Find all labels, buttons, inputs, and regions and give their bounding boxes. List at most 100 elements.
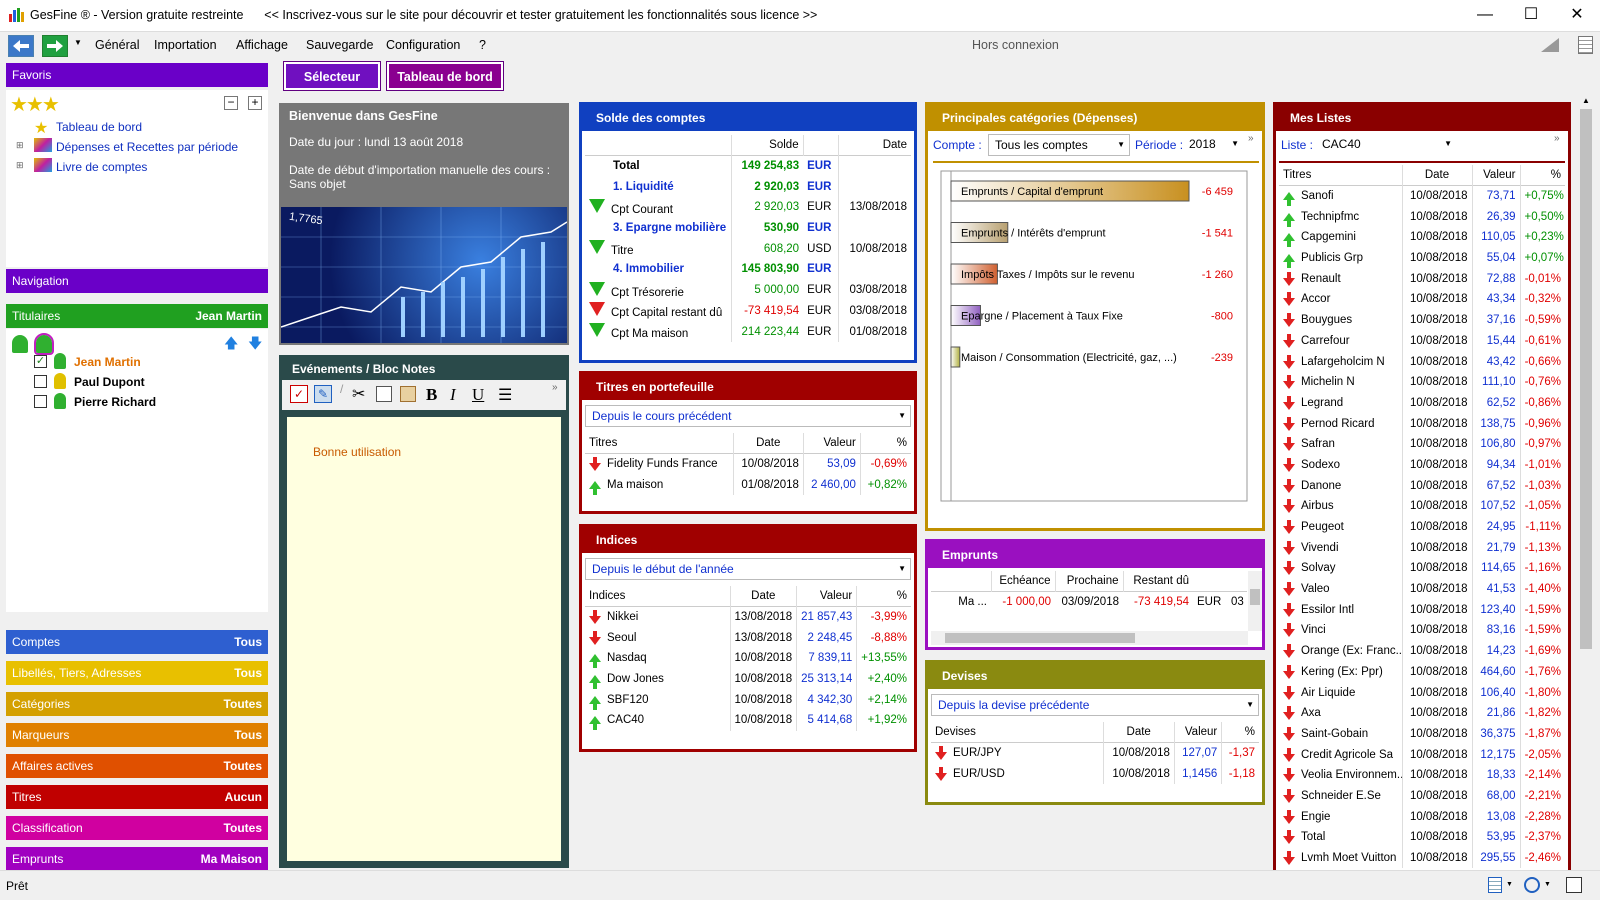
quote-row[interactable]: Credit Agricole Sa 10/08/2018 12,175 -2,05% bbox=[1279, 744, 1565, 765]
quote-row[interactable]: Veolia Environnem... 10/08/2018 18,33 -2,14… bbox=[1279, 764, 1565, 786]
forward-button[interactable] bbox=[42, 35, 68, 57]
quote-row[interactable]: Solvay 10/08/2018 114,65 -1,16% bbox=[1279, 558, 1565, 579]
section-affaires[interactable]: Affaires actives Toutes bbox=[6, 754, 268, 778]
edit-note-icon[interactable]: ✎ bbox=[314, 385, 332, 403]
quote-row[interactable]: Lvmh Moet Vuitton 10/08/2018 295,55 -2,46% bbox=[1279, 847, 1565, 869]
section-classification[interactable]: Classification Toutes bbox=[6, 816, 268, 840]
quote-row[interactable]: Saint-Gobain 10/08/2018 36,375 -1,87% bbox=[1279, 723, 1565, 745]
bold-icon[interactable]: B bbox=[426, 385, 437, 405]
quote-row[interactable]: Nasdaq 10/08/2018 7 839,11 +13,55% bbox=[585, 648, 911, 669]
quote-row[interactable]: Sodexo 10/08/2018 94,34 -1,01% bbox=[1279, 454, 1565, 476]
quote-row[interactable]: Publicis Grp 10/08/2018 55,04 +0,07% bbox=[1279, 247, 1565, 269]
add-person-icon[interactable] bbox=[12, 335, 28, 353]
main-vscroll[interactable]: ▲ bbox=[1578, 96, 1594, 866]
quote-row[interactable]: Danone 10/08/2018 67,52 -1,03% bbox=[1279, 475, 1565, 496]
quote-row[interactable]: Air Liquide 10/08/2018 106,40 -1,80% bbox=[1279, 682, 1565, 703]
move-up-icon[interactable]: 🡅 bbox=[224, 333, 238, 357]
more-icon[interactable]: » bbox=[552, 382, 558, 393]
compte-select[interactable]: Tous les comptes ▼ bbox=[988, 134, 1130, 156]
quote-row[interactable]: CAC40 10/08/2018 5 414,68 +1,92% bbox=[585, 710, 911, 731]
menu-general[interactable]: Général bbox=[95, 38, 139, 52]
solde-row[interactable]: 4. Immobilier 145 803,90 EUR bbox=[585, 259, 911, 280]
move-down-icon[interactable]: 🡇 bbox=[248, 333, 262, 357]
notes-editor[interactable]: Bonne utilisation bbox=[287, 417, 561, 861]
close-button[interactable]: ✕ bbox=[1554, 0, 1600, 32]
italic-icon[interactable]: I bbox=[450, 385, 456, 405]
scroll-thumb[interactable] bbox=[1580, 109, 1592, 649]
section-comptes[interactable]: Comptes Tous bbox=[6, 630, 268, 654]
titulaires-header[interactable]: Titulaires Jean Martin bbox=[6, 304, 268, 328]
section-marqueurs[interactable]: Marqueurs Tous bbox=[6, 723, 268, 747]
quote-row[interactable]: Renault 10/08/2018 72,88 -0,01% bbox=[1279, 268, 1565, 290]
calculator-icon[interactable] bbox=[1578, 36, 1593, 54]
quote-row[interactable]: Orange (Ex: Franc... 10/08/2018 14,23 -1,69… bbox=[1279, 640, 1565, 662]
quote-row[interactable]: Accor 10/08/2018 43,34 -0,32% bbox=[1279, 289, 1565, 310]
emprunt-row[interactable]: Ma ... -1 000,00 03/09/2018 -73 419,54 E… bbox=[931, 592, 1247, 613]
paste-icon[interactable] bbox=[400, 386, 416, 402]
titulaire-pierre-richard[interactable]: Pierre Richard bbox=[74, 395, 156, 409]
section-categories[interactable]: Catégories Toutes bbox=[6, 692, 268, 716]
quote-row[interactable]: EUR/JPY 10/08/2018 127,07 -1,37 bbox=[931, 742, 1259, 764]
menu-configuration[interactable]: Configuration bbox=[386, 38, 460, 52]
more-icon[interactable]: » bbox=[1248, 133, 1254, 144]
solde-row[interactable]: Cpt Ma maison 214 223,44 EUR 01/08/2018 bbox=[585, 321, 911, 342]
quote-row[interactable]: Engie 10/08/2018 13,08 -2,28% bbox=[1279, 806, 1565, 827]
document-icon[interactable] bbox=[1488, 877, 1502, 893]
solde-row[interactable]: 1. Liquidité 2 920,03 EUR bbox=[585, 176, 911, 198]
navigation-header[interactable]: Navigation bbox=[6, 269, 268, 293]
quote-row[interactable]: Peugeot 10/08/2018 24,95 -1,11% bbox=[1279, 516, 1565, 538]
favorite-stars-icon[interactable]: ★★★ bbox=[10, 92, 60, 117]
checklist-icon[interactable]: ✓ bbox=[290, 385, 308, 403]
solde-row[interactable]: 3. Epargne mobilière 530,90 EUR bbox=[585, 217, 911, 239]
quote-row[interactable]: EUR/USD 10/08/2018 1,1456 -1,18 bbox=[931, 763, 1259, 785]
expand-icon[interactable]: + bbox=[248, 96, 262, 110]
quote-row[interactable]: SBF120 10/08/2018 4 342,30 +2,14% bbox=[585, 689, 911, 711]
menu-help[interactable]: ? bbox=[479, 38, 486, 52]
section-libelles[interactable]: Libellés, Tiers, Adresses Tous bbox=[6, 661, 268, 685]
quote-row[interactable]: Vivendi 10/08/2018 21,79 -1,13% bbox=[1279, 537, 1565, 559]
expand-node-icon[interactable]: ⊞ bbox=[16, 160, 24, 171]
quote-row[interactable]: Lafargeholcim N 10/08/2018 43,42 -0,66% bbox=[1279, 351, 1565, 372]
titulaire-paul-dupont[interactable]: Paul Dupont bbox=[74, 375, 145, 389]
checkbox-pierre-richard[interactable] bbox=[34, 395, 47, 408]
quote-row[interactable]: Legrand 10/08/2018 62,52 -0,86% bbox=[1279, 392, 1565, 414]
maximize-button[interactable]: ☐ bbox=[1508, 0, 1554, 32]
underline-icon[interactable]: U bbox=[472, 385, 484, 405]
tab-selecteur[interactable]: Sélecteur bbox=[283, 61, 381, 91]
favori-depenses-recettes[interactable]: Dépenses et Recettes par période bbox=[56, 140, 238, 154]
tab-tableau-de-bord[interactable]: Tableau de bord bbox=[386, 61, 504, 91]
expand-node-icon[interactable]: ⊞ bbox=[16, 140, 24, 151]
devises-period-select[interactable]: Depuis la devise précédente ▼ bbox=[931, 694, 1259, 716]
group-person-icon[interactable] bbox=[34, 333, 54, 355]
solde-row[interactable]: Cpt Trésorerie 5 000,00 EUR 03/08/2018 bbox=[585, 279, 911, 301]
quote-row[interactable]: Dow Jones 10/08/2018 25 313,14 +2,40% bbox=[585, 668, 911, 690]
section-titres[interactable]: Titres Aucun bbox=[6, 785, 268, 809]
menu-sauvegarde[interactable]: Sauvegarde bbox=[306, 38, 373, 52]
quote-row[interactable]: Fidelity Funds France 10/08/2018 53,09 -0,6… bbox=[585, 453, 911, 475]
solde-row[interactable]: Titre 608,20 USD 10/08/2018 bbox=[585, 238, 911, 260]
solde-row[interactable]: Cpt Capital restant dû -73 419,54 EUR 03/08… bbox=[585, 300, 911, 322]
quote-row[interactable]: Technipfmc 10/08/2018 26,39 +0,50% bbox=[1279, 206, 1565, 228]
solde-row[interactable]: Total 149 254,83 EUR bbox=[585, 155, 911, 177]
emprunts-vscroll[interactable] bbox=[1248, 571, 1262, 631]
solde-row[interactable]: Cpt Courant 2 920,03 EUR 13/08/2018 bbox=[585, 197, 911, 218]
quote-row[interactable]: Bouygues 10/08/2018 37,16 -0,59% bbox=[1279, 309, 1565, 331]
indices-period-select[interactable]: Depuis le début de l'année ▼ bbox=[585, 558, 911, 580]
print-icon[interactable] bbox=[1541, 38, 1559, 52]
cut-icon[interactable]: ✂ bbox=[352, 384, 365, 404]
quote-row[interactable]: Safran 10/08/2018 106,80 -0,97% bbox=[1279, 433, 1565, 455]
emprunts-hscroll[interactable] bbox=[931, 631, 1248, 645]
history-dropdown-icon[interactable]: ▼ bbox=[74, 38, 82, 47]
quote-row[interactable]: Capgemini 10/08/2018 110,05 +0,23% bbox=[1279, 227, 1565, 248]
minimize-button[interactable]: — bbox=[1462, 0, 1508, 32]
quote-row[interactable]: Carrefour 10/08/2018 15,44 -0,61% bbox=[1279, 330, 1565, 352]
quote-row[interactable]: Schneider E.Se 10/08/2018 68,00 -2,21% bbox=[1279, 785, 1565, 807]
quote-row[interactable]: Seoul 13/08/2018 2 248,45 -8,88% bbox=[585, 627, 911, 649]
quote-row[interactable]: Michelin N 10/08/2018 111,10 -0,76% bbox=[1279, 371, 1565, 393]
favori-livre-de-comptes[interactable]: Livre de comptes bbox=[56, 160, 147, 174]
favori-tableau-de-bord[interactable]: Tableau de bord bbox=[56, 120, 142, 134]
quote-row[interactable]: Ma maison 01/08/2018 2 460,00 +0,82% bbox=[585, 474, 911, 496]
chevron-down-icon[interactable]: ▼ bbox=[1544, 881, 1551, 888]
back-button[interactable] bbox=[8, 35, 34, 57]
quote-row[interactable]: Total 10/08/2018 53,95 -2,37% bbox=[1279, 827, 1565, 848]
